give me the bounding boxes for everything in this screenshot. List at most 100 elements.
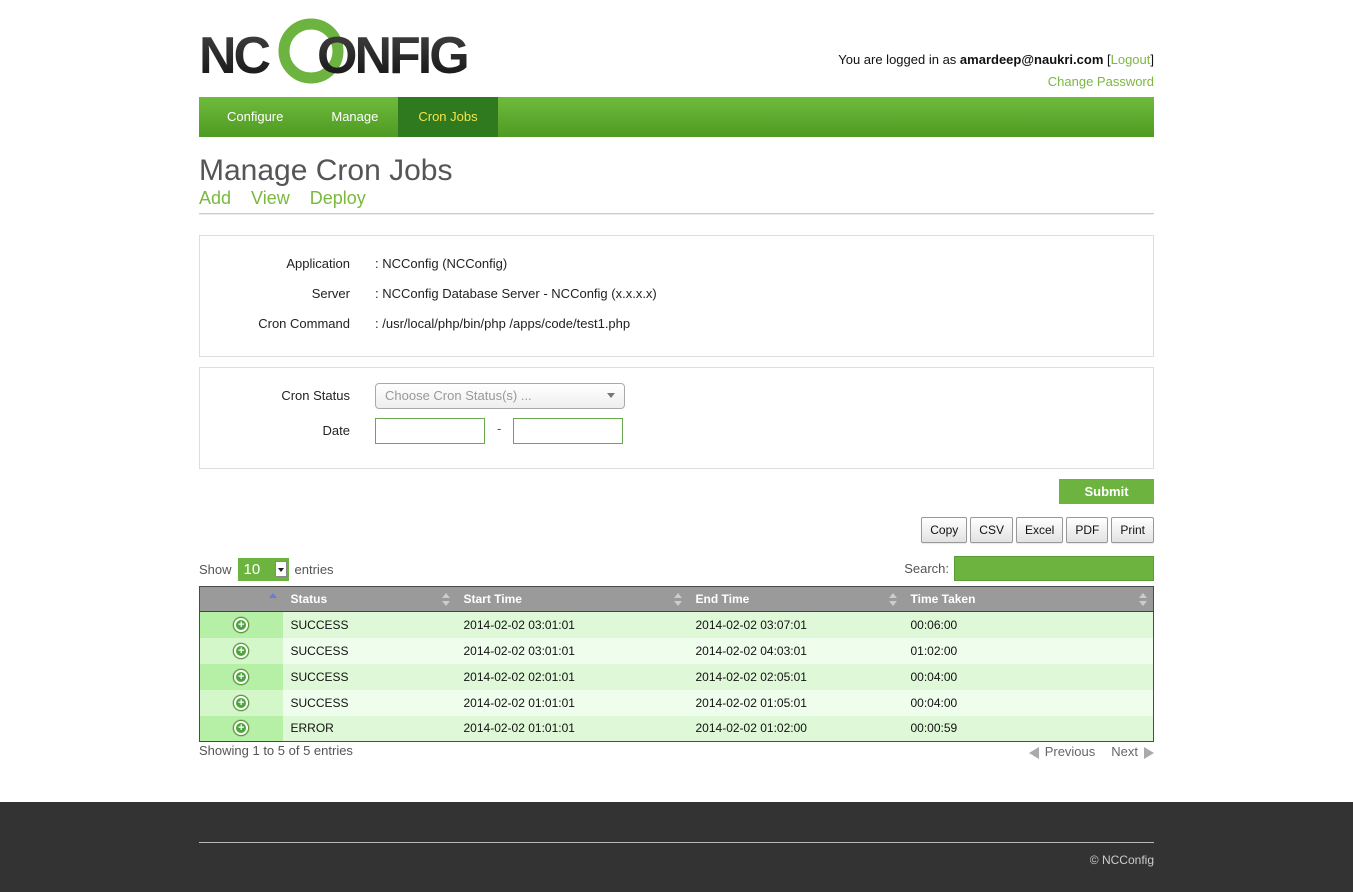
date-to-input[interactable] (513, 418, 623, 444)
export-toolbar: Copy CSV Excel PDF Print (921, 517, 1154, 543)
expand-cell (199, 611, 283, 638)
application-label: Application (286, 256, 350, 271)
page-length-value: 10 (243, 561, 261, 578)
date-label: Date (322, 423, 350, 438)
status-cell: SUCCESS (282, 663, 456, 690)
server-value: : NCConfig Database Server - NCConfig (x… (375, 286, 657, 301)
cron-status-placeholder: Choose Cron Status(s) ... (385, 388, 532, 403)
expand-cell (199, 715, 283, 742)
date-from-input[interactable] (375, 418, 485, 444)
expand-cell (199, 663, 283, 690)
time-taken-cell: 00:04:00 (902, 689, 1154, 716)
expand-cell (199, 689, 283, 716)
ncconfig-logo[interactable]: NC ONFIG (199, 18, 479, 84)
sort-asc-icon (268, 593, 277, 607)
column-header-end-time-label: End Time (695, 592, 750, 606)
print-button[interactable]: Print (1111, 517, 1154, 543)
end-time-cell: 2014-02-02 01:02:00 (687, 715, 903, 742)
dropdown-arrow-icon (274, 561, 287, 577)
nav-item-manage[interactable]: Manage (311, 97, 398, 137)
status-cell: SUCCESS (282, 611, 456, 638)
previous-label: Previous (1044, 743, 1096, 759)
entries-label: entries (294, 562, 334, 577)
end-time-cell: 2014-02-02 04:03:01 (687, 637, 903, 664)
table-header-row: Status Start Time End Time Time Taken (199, 586, 1154, 612)
nav-item-cron-jobs[interactable]: Cron Jobs (398, 97, 498, 137)
end-time-cell: 2014-02-02 01:05:01 (687, 689, 903, 716)
time-taken-cell: 01:02:00 (902, 637, 1154, 664)
logged-in-text: You are logged in as (838, 52, 957, 67)
copyright-text: © NCConfig (1089, 853, 1154, 867)
table-row: SUCCESS 2014-02-02 03:01:01 2014-02-02 0… (199, 611, 1154, 638)
svg-text:NC: NC (199, 27, 271, 84)
column-header-start-time-label: Start Time (463, 592, 522, 606)
table-row: SUCCESS 2014-02-02 03:01:01 2014-02-02 0… (199, 637, 1154, 664)
pagination: Previous Next (1028, 743, 1154, 759)
csv-button[interactable]: CSV (970, 517, 1013, 543)
length-control: Show 10 entries (199, 558, 334, 581)
column-header-end-time[interactable]: End Time (687, 586, 903, 612)
footer: © NCConfig (0, 802, 1353, 892)
page-length-select[interactable]: 10 (237, 558, 289, 581)
start-time-cell: 2014-02-02 02:01:01 (455, 663, 688, 690)
end-time-cell: 2014-02-02 02:05:01 (687, 663, 903, 690)
next-button[interactable]: Next (1111, 743, 1154, 759)
expand-plus-icon[interactable] (233, 668, 250, 685)
column-header-start-time[interactable]: Start Time (455, 586, 688, 612)
start-time-cell: 2014-02-02 03:01:01 (455, 611, 688, 638)
column-header-time-taken[interactable]: Time Taken (902, 586, 1154, 612)
previous-button[interactable]: Previous (1028, 743, 1096, 759)
arrow-left-icon (1028, 747, 1039, 759)
pdf-button[interactable]: PDF (1066, 517, 1109, 543)
search-input[interactable] (954, 556, 1154, 581)
chevron-down-icon (607, 393, 615, 398)
table-row: ERROR 2014-02-02 01:01:01 2014-02-02 01:… (199, 715, 1154, 742)
next-label: Next (1111, 743, 1138, 759)
deploy-link[interactable]: Deploy (310, 188, 366, 209)
change-password-link[interactable]: Change Password (1048, 74, 1154, 89)
excel-button[interactable]: Excel (1015, 517, 1064, 543)
user-email: amardeep@naukri.com (959, 52, 1104, 67)
time-taken-cell: 00:00:59 (902, 715, 1154, 742)
sort-icon (888, 593, 897, 607)
expand-plus-icon[interactable] (233, 720, 250, 737)
start-time-cell: 2014-02-02 01:01:01 (455, 715, 688, 742)
application-row: Application : NCConfig (NCConfig) (200, 254, 1153, 274)
submit-button[interactable]: Submit (1059, 479, 1154, 504)
svg-text:ONFIG: ONFIG (317, 27, 467, 84)
page-title: Manage Cron Jobs (199, 154, 453, 187)
cron-status-select[interactable]: Choose Cron Status(s) ... (375, 383, 625, 409)
date-separator: - (497, 421, 502, 436)
sub-nav: Add View Deploy (199, 188, 366, 209)
sort-icon (1139, 593, 1147, 607)
copy-button[interactable]: Copy (921, 517, 968, 543)
add-link[interactable]: Add (199, 188, 231, 209)
time-taken-cell: 00:04:00 (902, 663, 1154, 690)
logout-link[interactable]: Logout (1111, 52, 1151, 67)
column-header-status-label: Status (290, 592, 328, 606)
end-time-cell: 2014-02-02 03:07:01 (687, 611, 903, 638)
arrow-right-icon (1144, 747, 1154, 759)
time-taken-cell: 00:06:00 (902, 611, 1154, 638)
date-row: Date (200, 421, 1153, 441)
expand-plus-icon[interactable] (233, 642, 250, 659)
server-row: Server : NCConfig Database Server - NCCo… (200, 284, 1153, 304)
status-cell: ERROR (282, 715, 456, 742)
footer-divider (199, 842, 1154, 843)
user-box: You are logged in as amardeep@naukri.com… (838, 52, 1154, 89)
cron-details-panel: Application : NCConfig (NCConfig) Server… (199, 235, 1154, 357)
expand-plus-icon[interactable] (233, 616, 250, 633)
sort-icon (673, 593, 682, 607)
expand-cell (199, 637, 283, 664)
command-row: Cron Command : /usr/local/php/bin/php /a… (200, 314, 1153, 334)
view-link[interactable]: View (251, 188, 290, 209)
column-header-details[interactable] (199, 586, 283, 612)
column-header-status[interactable]: Status (282, 586, 456, 612)
expand-plus-icon[interactable] (233, 694, 250, 711)
cron-history-table: Status Start Time End Time Time Taken SU… (199, 586, 1154, 742)
table-search: Search: (904, 556, 1154, 581)
nav-item-configure[interactable]: Configure (199, 97, 311, 137)
search-label: Search: (904, 561, 949, 576)
start-time-cell: 2014-02-02 03:01:01 (455, 637, 688, 664)
status-cell: SUCCESS (282, 637, 456, 664)
